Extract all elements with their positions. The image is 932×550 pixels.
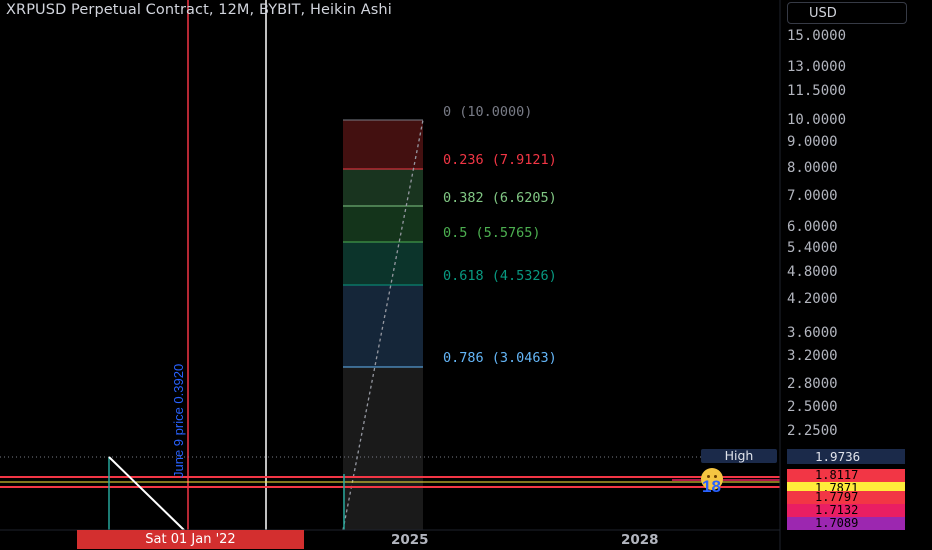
- fib-label-0786: 0.786 (3.0463): [443, 350, 557, 366]
- chart-title[interactable]: XRPUSD Perpetual Contract, 12M, BYBIT, H…: [6, 2, 392, 18]
- time-cursor-label: Sat 01 Jan '22: [77, 530, 304, 549]
- price-tick: 3.6000: [787, 325, 838, 341]
- price-tick: 2.5000: [787, 399, 838, 415]
- price-label: 1.7089: [787, 517, 905, 530]
- price-tick: 2.2500: [787, 423, 838, 439]
- fib-zone-0-0236: [343, 120, 423, 169]
- time-tick: 2025: [391, 532, 429, 548]
- price-tick: 6.0000: [787, 219, 838, 235]
- fib-label-0382: 0.382 (6.6205): [443, 190, 557, 206]
- price-tick: 5.4000: [787, 240, 838, 256]
- price-tick: 11.5000: [787, 83, 847, 99]
- fib-zone-0618-0786: [343, 285, 423, 367]
- price-tick: 9.0000: [787, 134, 838, 150]
- fib-zone-05-0618: [343, 242, 423, 285]
- high-price-label: 1.9736: [787, 449, 905, 464]
- fib-zone-0236-0382: [343, 169, 423, 206]
- time-tick: 2028: [621, 532, 659, 548]
- fib-label-0: 0 (10.0000): [443, 104, 533, 120]
- price-tick: 13.0000: [787, 59, 847, 75]
- fib-zone-0382-05: [343, 206, 423, 242]
- price-tick: 10.0000: [787, 112, 847, 128]
- fib-label-0236: 0.236 (7.9121): [443, 152, 557, 168]
- fib-zone-0786-1: [343, 367, 423, 530]
- fib-label-05: 0.5 (5.5765): [443, 225, 541, 241]
- price-tick: 2.8000: [787, 376, 838, 392]
- price-tick: 4.2000: [787, 291, 838, 307]
- alert-counter[interactable]: 18: [702, 477, 721, 497]
- price-tick: 3.2000: [787, 348, 838, 364]
- price-tick: 4.8000: [787, 264, 838, 280]
- fib-label-0618: 0.618 (4.5326): [443, 268, 557, 284]
- vertical-price-note[interactable]: June 9 price 0.3920: [171, 358, 186, 478]
- chart-window[interactable]: XRPUSD Perpetual Contract, 12M, BYBIT, H…: [0, 0, 932, 550]
- currency-selector[interactable]: USD: [787, 2, 907, 24]
- fibonacci-retracement[interactable]: [342, 119, 424, 531]
- price-tick: 15.0000: [787, 28, 847, 44]
- high-tag: High: [701, 449, 777, 463]
- price-tick: 7.0000: [787, 188, 838, 204]
- price-tick: 8.0000: [787, 160, 838, 176]
